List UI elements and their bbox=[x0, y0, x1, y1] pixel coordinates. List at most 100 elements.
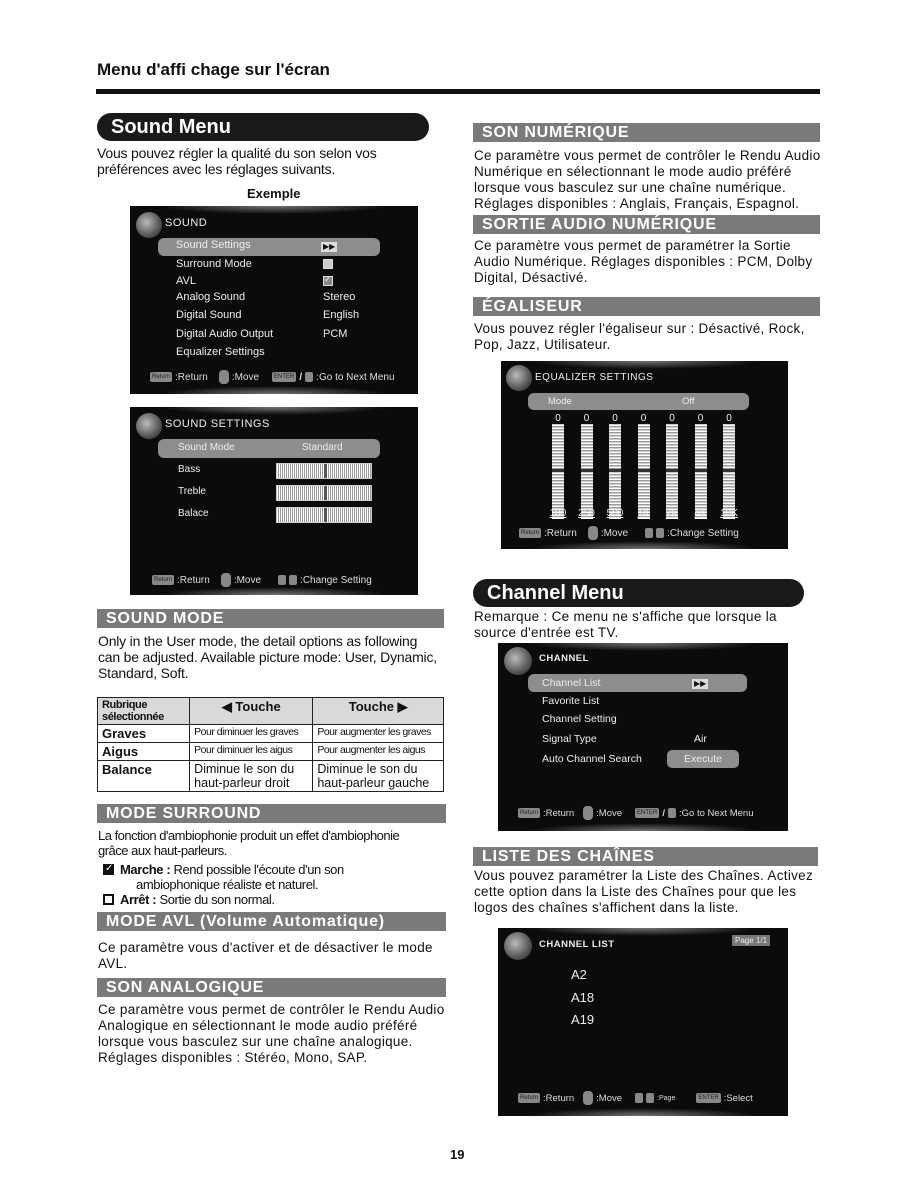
option-label: Marche : bbox=[120, 862, 171, 877]
menu-item-equalizer-settings[interactable]: Equalizer Settings bbox=[176, 346, 265, 358]
move-hint: :Move bbox=[233, 574, 262, 586]
menu-item-sound-mode[interactable]: Sound Mode bbox=[178, 442, 235, 453]
menu-item-surround-mode[interactable]: Surround Mode bbox=[176, 258, 252, 270]
mode-value: Off bbox=[682, 396, 695, 407]
text-line: Réglages disponibles : Stéréo, Mono, SAP… bbox=[98, 1050, 368, 1065]
table-cell: Pour diminuer les graves bbox=[189, 724, 314, 743]
menu-item-mode[interactable]: Mode bbox=[548, 396, 572, 407]
treble-slider[interactable] bbox=[276, 485, 372, 501]
change-setting-hint: :Change Setting bbox=[300, 574, 372, 586]
surround-on-option: Marche : Rend possible l'écoute d'un son bbox=[103, 862, 344, 877]
channel-list-item[interactable]: A2 bbox=[571, 967, 587, 982]
son-analogique-heading: SON ANALOGIQUE bbox=[97, 978, 446, 997]
menu-item-channel-list[interactable]: Channel List bbox=[542, 677, 600, 689]
text-line: La fonction d'ambiophonie produit un eff… bbox=[98, 828, 400, 843]
menu-item-treble[interactable]: Treble bbox=[178, 486, 206, 497]
eq-band-frequency: 100 bbox=[549, 508, 567, 519]
checked-box-icon bbox=[103, 863, 114, 875]
analog-sound-value: Stereo bbox=[323, 291, 356, 303]
eq-band-slider[interactable] bbox=[694, 424, 707, 519]
return-hint: :Return bbox=[544, 527, 577, 539]
menu-item-balance[interactable]: Balace bbox=[178, 508, 209, 519]
screen-footer: Return :Return :Move :Page ENTER :Select bbox=[518, 1091, 753, 1105]
eq-band-value: 0 bbox=[697, 413, 704, 424]
menu-item-favorite-list[interactable]: Favorite List bbox=[542, 695, 599, 707]
table-cell: Pour augmenter les aigus bbox=[312, 742, 444, 761]
speaker-logo-icon bbox=[506, 365, 532, 391]
avl-checkbox[interactable]: ✓ bbox=[323, 274, 333, 286]
sound-screen: SOUND Sound Settings ▶▶ Surround Mode AV… bbox=[130, 206, 418, 394]
menu-item-avl[interactable]: AVL bbox=[176, 275, 196, 287]
table-row: Aigus Pour diminuer les aigus Pour augme… bbox=[96, 742, 444, 761]
table-cell: Pour augmenter les graves bbox=[312, 724, 444, 743]
eq-band-slider[interactable] bbox=[637, 424, 650, 519]
eq-band-value: 0 bbox=[612, 413, 618, 424]
screen-footer: Return :Return :Move ENTER / :Go to Next… bbox=[150, 370, 395, 384]
screen-footer: Return :Return :Move :Change Setting bbox=[152, 573, 372, 587]
eq-band-frequency: 250 bbox=[578, 508, 595, 519]
menu-item-signal-type[interactable]: Signal Type bbox=[542, 733, 597, 745]
intro-line: préférences avec les réglages suivants. bbox=[97, 161, 336, 177]
up-down-key-icon bbox=[218, 370, 229, 384]
sound-menu-heading: Sound Menu bbox=[97, 113, 429, 141]
submenu-arrow-icon: ▶▶ bbox=[321, 242, 338, 252]
page-number: 19 bbox=[450, 1147, 465, 1162]
return-key-icon: Return bbox=[518, 808, 541, 818]
eq-band-frequency: 1K bbox=[637, 508, 650, 519]
return-key-icon: Return bbox=[518, 1093, 541, 1103]
balance-slider[interactable] bbox=[276, 507, 372, 523]
sortie-audio-text: Ce paramètre vous permet de paramétrer l… bbox=[474, 238, 812, 286]
globe-logo-icon bbox=[504, 647, 532, 675]
eq-band-slider[interactable] bbox=[723, 424, 735, 519]
return-hint: :Return bbox=[175, 371, 208, 383]
channel-list-item[interactable]: A18 bbox=[571, 990, 594, 1005]
up-down-key-icon bbox=[587, 526, 598, 540]
eq-band-slider[interactable] bbox=[609, 424, 621, 519]
intro-line: Vous pouvez régler la qualité du son sel… bbox=[97, 145, 377, 161]
speaker-logo-icon bbox=[136, 212, 162, 238]
menu-item-analog-sound[interactable]: Analog Sound bbox=[176, 291, 245, 303]
enter-key-icon: ENTER bbox=[635, 808, 660, 818]
move-hint: :Move bbox=[600, 527, 629, 539]
sound-mode-text: Only in the User mode, the detail option… bbox=[98, 633, 437, 681]
page-title: Menu d'affi chage sur l'écran bbox=[97, 60, 330, 79]
execute-button[interactable]: Execute bbox=[667, 750, 739, 768]
column-header: Touche ▶ bbox=[312, 697, 444, 725]
menu-item-auto-channel-search[interactable]: Auto Channel Search bbox=[542, 753, 642, 765]
table-cell: Diminue le son du haut-parleur droit bbox=[189, 760, 314, 792]
move-hint: :Move bbox=[596, 1092, 623, 1104]
eq-band-slider[interactable] bbox=[666, 424, 678, 519]
row-label: Aigus bbox=[96, 742, 191, 761]
surround-checkbox[interactable] bbox=[323, 259, 333, 269]
menu-item-channel-setting[interactable]: Channel Setting bbox=[542, 713, 617, 725]
text-line: Vous pouvez régler l'égaliseur sur : Dés… bbox=[474, 321, 805, 336]
return-key-icon: Return bbox=[519, 528, 542, 538]
text-line: Réglages disponibles : Anglais, Français… bbox=[474, 196, 800, 211]
menu-item-digital-sound[interactable]: Digital Sound bbox=[176, 309, 241, 321]
text-line: logos des chaînes s'affichent dans la li… bbox=[474, 900, 739, 915]
up-down-key-icon bbox=[583, 806, 594, 820]
right-key-icon bbox=[656, 528, 665, 538]
eq-band-slider[interactable] bbox=[552, 424, 564, 519]
column-header: Rubrique sélectionnée bbox=[96, 697, 191, 725]
return-hint: :Return bbox=[543, 807, 575, 819]
page-indicator: Page 1/1 bbox=[732, 935, 771, 946]
mode-avl-text: Ce paramètre vous d'activer et de désact… bbox=[98, 940, 433, 972]
channel-list-item[interactable]: A19 bbox=[571, 1012, 594, 1027]
mode-surround-text: La fonction d'ambiophonie produit un eff… bbox=[98, 828, 400, 858]
menu-item-bass[interactable]: Bass bbox=[178, 464, 200, 475]
globe-logo-icon bbox=[504, 932, 532, 960]
screen-title: SOUND SETTINGS bbox=[165, 418, 270, 430]
move-hint: :Move bbox=[231, 371, 260, 383]
enter-key-icon: ENTER bbox=[272, 372, 297, 382]
table-cell: Pour diminuer les aigus bbox=[189, 742, 314, 761]
table-row: Balance Diminue le son du haut-parleur d… bbox=[96, 760, 444, 792]
menu-item-digital-audio-output[interactable]: Digital Audio Output bbox=[176, 328, 273, 340]
screen-title: CHANNEL bbox=[539, 653, 589, 664]
eq-band-slider[interactable] bbox=[580, 424, 593, 519]
submenu-arrow-icon: ▶▶ bbox=[692, 679, 709, 689]
signal-type-value: Air bbox=[694, 733, 707, 745]
option-label: Arrêt : bbox=[120, 892, 157, 907]
bass-slider[interactable] bbox=[276, 463, 372, 479]
menu-item-sound-settings[interactable]: Sound Settings bbox=[176, 239, 251, 251]
